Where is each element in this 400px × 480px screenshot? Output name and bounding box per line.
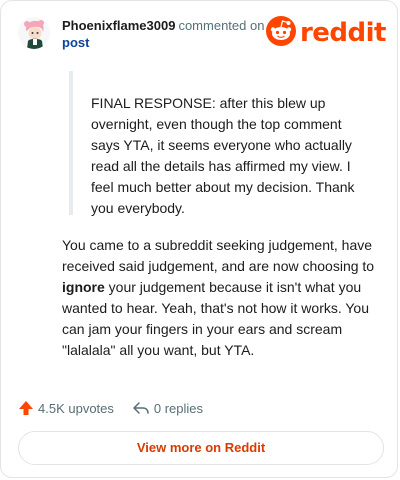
avatar[interactable] bbox=[18, 17, 50, 49]
replies-stat[interactable]: 0 replies bbox=[132, 400, 203, 416]
embedded-comment-card: Phoenixflame3009 commented on post reddit bbox=[0, 0, 398, 478]
username[interactable]: Phoenixflame3009 bbox=[62, 18, 175, 33]
upvotes-stat[interactable]: 4.5K upvotes bbox=[18, 400, 114, 416]
reply-arrow-icon bbox=[132, 400, 150, 416]
reddit-snoo-icon bbox=[265, 15, 296, 51]
comment-bold-text: ignore bbox=[62, 279, 105, 295]
comment-text-part-2: your judgement because it isn't what you… bbox=[62, 279, 370, 358]
view-more-on-reddit-button[interactable]: View more on Reddit bbox=[18, 431, 384, 465]
post-link[interactable]: post bbox=[62, 34, 264, 51]
reddit-logo[interactable]: reddit bbox=[265, 15, 387, 51]
upvotes-count: 4.5K upvotes bbox=[38, 400, 114, 416]
quoted-text-block: FINAL RESPONSE: after this blew up overn… bbox=[69, 71, 369, 216]
quoted-text: FINAL RESPONSE: after this blew up overn… bbox=[91, 95, 355, 216]
replies-count: 0 replies bbox=[153, 400, 204, 416]
comment-text-part-1: You came to a subreddit seeking judgemen… bbox=[62, 237, 375, 274]
reddit-wordmark: reddit bbox=[299, 18, 387, 48]
comment-meta: Phoenixflame3009 commented on post bbox=[62, 17, 264, 51]
comment-header: Phoenixflame3009 commented on post reddit bbox=[18, 15, 388, 55]
commented-on-label: commented on bbox=[178, 18, 265, 33]
comment-body: You came to a subreddit seeking judgemen… bbox=[62, 235, 382, 361]
comment-stats: 4.5K upvotes 0 replies bbox=[18, 398, 203, 418]
upvote-arrow-icon bbox=[18, 400, 34, 416]
